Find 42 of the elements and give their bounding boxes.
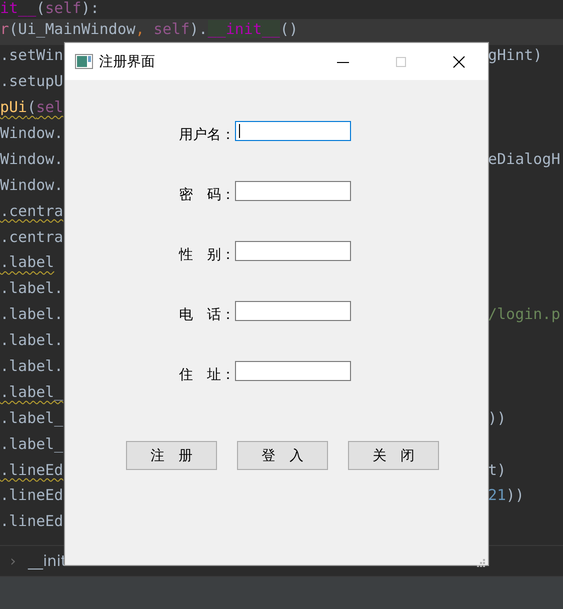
code-text: .label. bbox=[0, 305, 64, 326]
window-icon bbox=[75, 54, 93, 69]
code-text: .setWin bbox=[0, 46, 64, 66]
code-text: .label_ bbox=[0, 434, 64, 455]
input-field[interactable] bbox=[235, 181, 351, 201]
code-text: 21)) bbox=[488, 486, 524, 506]
dialog-button[interactable]: 关 闭 bbox=[348, 441, 439, 470]
code-text: Window. bbox=[0, 150, 64, 170]
window-title: 注册界面 bbox=[99, 52, 156, 70]
code-text: .label. bbox=[0, 279, 64, 300]
code-text: .lineEd bbox=[0, 460, 64, 481]
field-label: 电 话： bbox=[178, 306, 235, 324]
code-text: .setupU bbox=[0, 72, 64, 92]
input-field[interactable] bbox=[235, 241, 351, 261]
code-text: Window. bbox=[0, 176, 64, 196]
field-label: 密 码： bbox=[178, 186, 235, 204]
field-label: 住 址： bbox=[178, 366, 235, 384]
code-text: )) bbox=[488, 408, 506, 429]
code-text: .label bbox=[0, 253, 54, 274]
code-text: .lineEd bbox=[0, 486, 64, 506]
code-text: gHint) bbox=[488, 46, 542, 66]
code-text: t) bbox=[488, 460, 506, 481]
input-field[interactable] bbox=[235, 301, 351, 321]
code-text: .lineEd bbox=[0, 512, 64, 532]
code-text: .centra bbox=[0, 202, 64, 222]
input-field[interactable] bbox=[235, 361, 351, 381]
code-text: it__(self): bbox=[0, 0, 100, 19]
code-text: /login.p bbox=[488, 305, 560, 326]
code-text: pUi(sel bbox=[0, 98, 64, 118]
field-label: 用户名： bbox=[178, 126, 235, 144]
input-field[interactable] bbox=[235, 121, 351, 141]
code-text: eDialogH bbox=[488, 150, 560, 170]
dialog-button[interactable]: 登 入 bbox=[237, 441, 328, 470]
chevron-icon: › bbox=[10, 552, 16, 570]
code-text: .label. bbox=[0, 356, 64, 377]
code-text: .label_ bbox=[0, 382, 64, 403]
code-text: .label. bbox=[0, 331, 64, 352]
code-text: .centra bbox=[0, 228, 64, 248]
code-text: .label_ bbox=[0, 408, 64, 429]
field-label: 性 别： bbox=[178, 246, 235, 264]
code-text: Window. bbox=[0, 124, 64, 144]
dialog-button[interactable]: 注 册 bbox=[126, 441, 217, 470]
